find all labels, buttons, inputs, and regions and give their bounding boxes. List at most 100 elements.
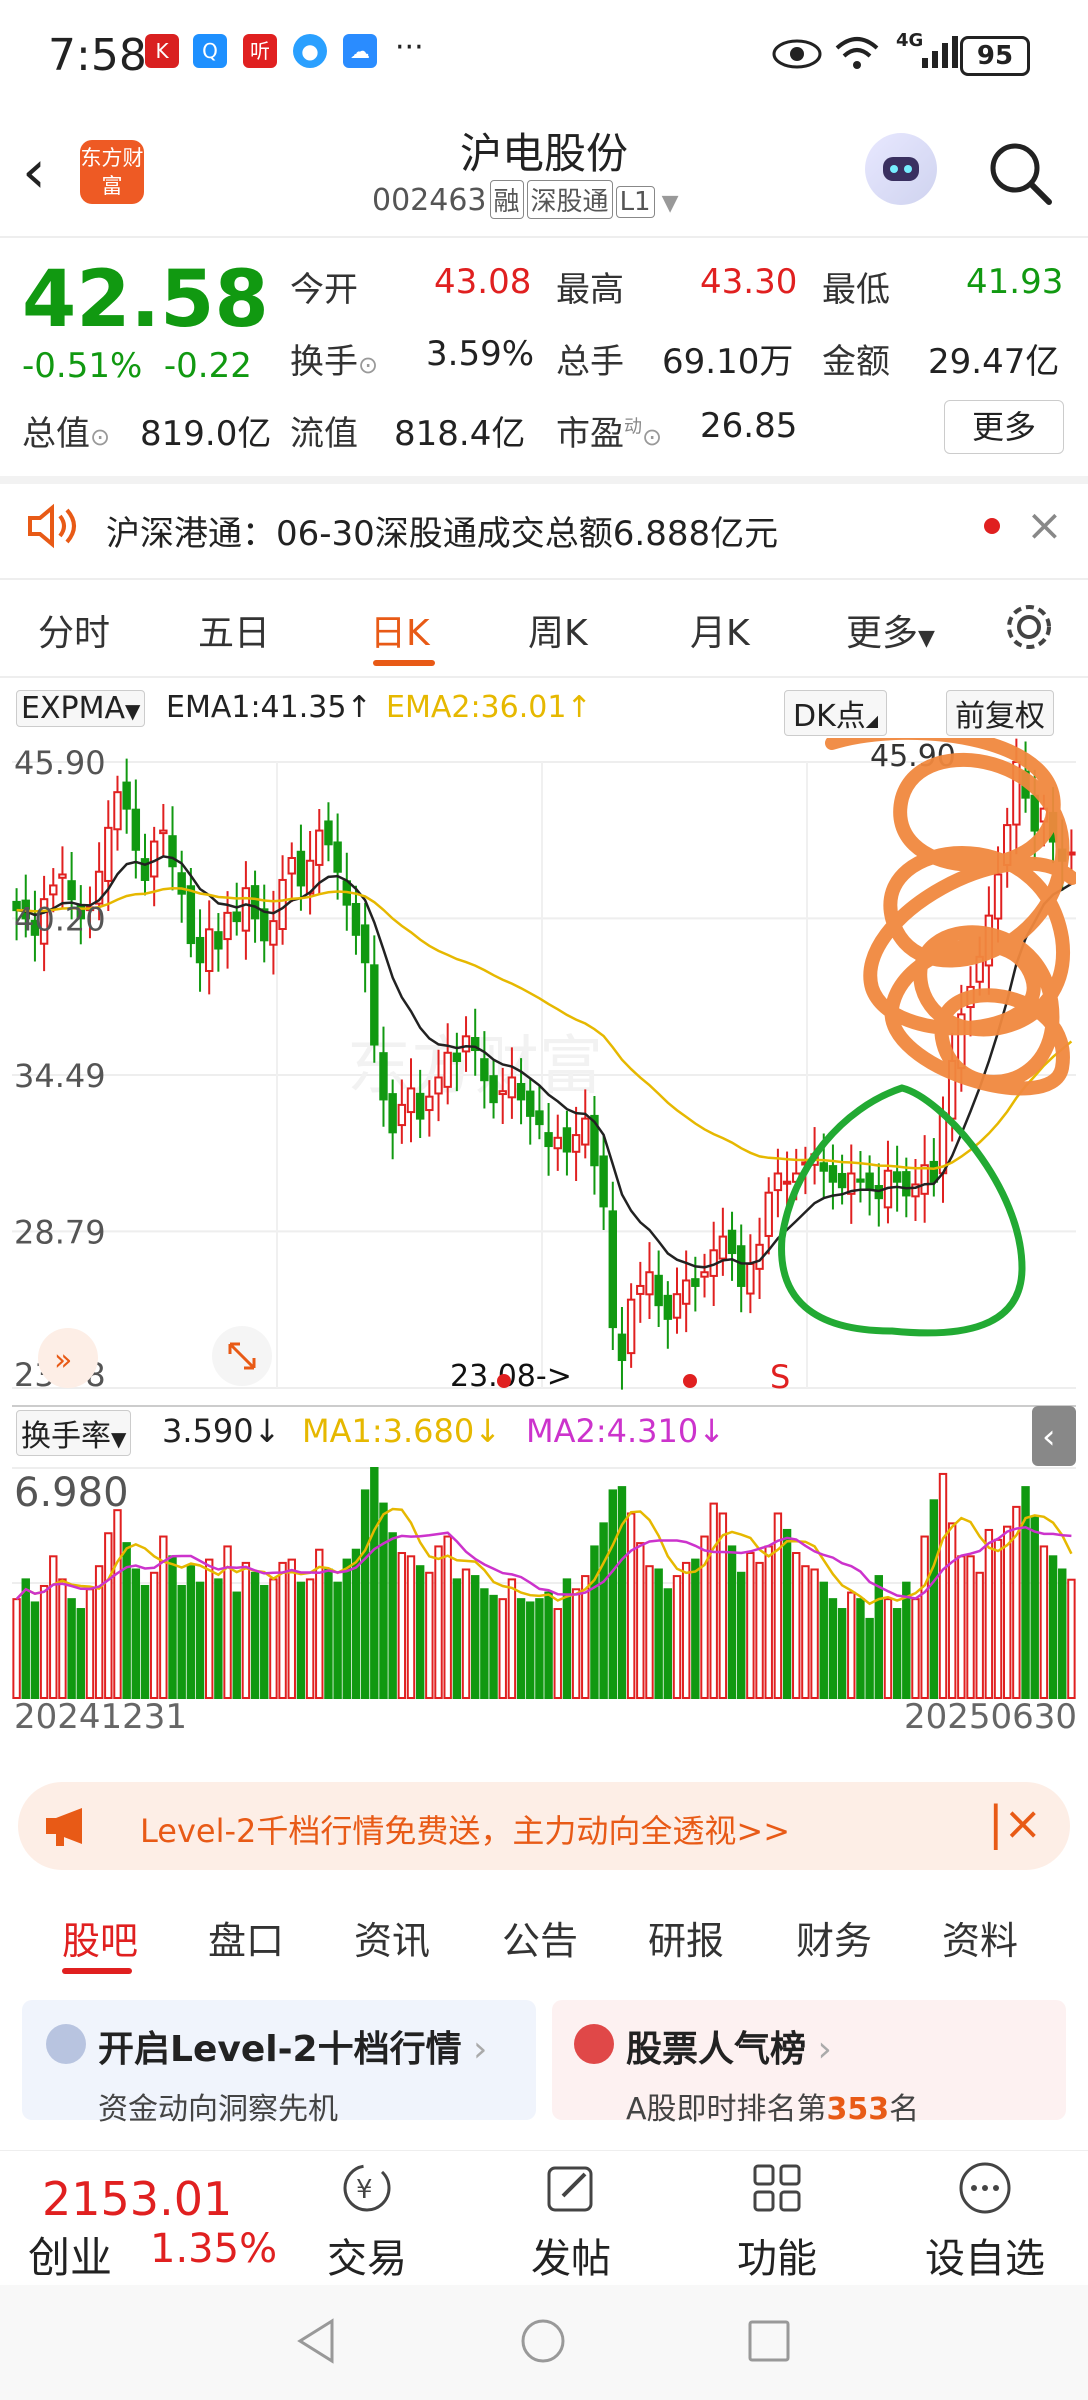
- turnover-bar: [929, 1499, 939, 1699]
- nav-add-watchlist[interactable]: 设自选: [910, 2160, 1060, 2284]
- adjust-button[interactable]: 前复权: [946, 690, 1054, 736]
- candle-body: [617, 1333, 627, 1362]
- tab-monthly-k[interactable]: 月K: [690, 604, 750, 656]
- close-icon[interactable]: ×: [1026, 500, 1063, 551]
- candle-body: [67, 880, 76, 901]
- turnover-bar: [874, 1575, 884, 1699]
- candle-body: [571, 1134, 581, 1153]
- kline-chart[interactable]: 东方财富 45.9040.2034.4928.7923.08 45.90 23.…: [12, 738, 1076, 1738]
- price-tick-label: 34.49: [14, 1057, 106, 1095]
- kfc-app-icon: K: [145, 34, 179, 68]
- main-indicator-select[interactable]: EXPMA▼: [16, 690, 146, 727]
- nav-functions[interactable]: 功能: [702, 2160, 852, 2284]
- candle-body: [113, 791, 122, 831]
- megaphone-icon: [46, 1808, 82, 1846]
- candle-body: [241, 887, 251, 932]
- turnover-bar: [351, 1548, 361, 1699]
- turnover-bar: [342, 1558, 352, 1700]
- gear-icon[interactable]: [1002, 600, 1056, 654]
- signal-icon: [922, 36, 958, 68]
- index-value[interactable]: 2153.01: [42, 2172, 232, 2226]
- turnover-bar: [975, 1571, 984, 1699]
- tab-news[interactable]: 资讯: [354, 1910, 430, 1965]
- edit-icon: [547, 2166, 593, 2212]
- turnover-bar: [755, 1561, 764, 1699]
- promo-text[interactable]: Level-2千档行情免费送，主力动向全透视>>: [140, 1806, 790, 1852]
- candle-body: [324, 820, 333, 846]
- more-button[interactable]: 更多: [944, 400, 1064, 454]
- expand-arrows-icon[interactable]: »: [38, 1328, 98, 1388]
- battery-icon: 95: [960, 36, 1030, 76]
- turnover-bar: [837, 1608, 847, 1699]
- nav-post[interactable]: 发帖: [496, 2160, 646, 2284]
- close-icon[interactable]: |×: [988, 1796, 1042, 1850]
- nav-trade[interactable]: ¥ 交易: [292, 2160, 442, 2284]
- notice-text[interactable]: 沪深港通：06-30深股通成交总额6.888亿元: [106, 506, 778, 555]
- candle-body: [608, 1210, 618, 1329]
- turnover-current: 3.590↓: [162, 1412, 281, 1450]
- value-amount: 29.47亿: [928, 342, 1060, 382]
- trade-icon: ¥: [343, 2164, 391, 2212]
- candle-body: [663, 1294, 673, 1320]
- candle-body: [351, 902, 361, 936]
- turnover-bar: [938, 1472, 948, 1699]
- tab-finance[interactable]: 财务: [796, 1910, 872, 1965]
- candle-body: [379, 1052, 388, 1101]
- turnover-bar: [571, 1588, 581, 1699]
- x-end-label: 20250630: [904, 1697, 1076, 1737]
- level2-card-sub: 资金动向洞察先机: [98, 2092, 338, 2127]
- candle-body: [691, 1278, 700, 1287]
- candle-body: [269, 920, 278, 946]
- turnover-bar: [425, 1571, 434, 1699]
- turnover-bar: [902, 1581, 911, 1699]
- turnover-bar: [636, 1542, 645, 1700]
- candle-body: [425, 1095, 434, 1112]
- weather-app-icon: ☁: [343, 34, 377, 68]
- sub-indicator-select[interactable]: 换手率▼: [16, 1410, 132, 1456]
- index-change[interactable]: 1.35%: [150, 2226, 277, 2272]
- index-name[interactable]: 创业: [28, 2224, 112, 2285]
- nav-back-icon[interactable]: [292, 2316, 342, 2366]
- nav-recents-icon[interactable]: [744, 2316, 794, 2366]
- candle-body: [223, 911, 232, 941]
- tab-intraday[interactable]: 分时: [38, 604, 110, 656]
- turnover-bar: [12, 1598, 21, 1699]
- tab-weekly-k[interactable]: 周K: [528, 604, 588, 656]
- dropdown-arrow-icon[interactable]: ▼: [655, 191, 679, 216]
- nav-home-icon[interactable]: [518, 2316, 568, 2366]
- robot-assistant-icon[interactable]: [865, 133, 937, 205]
- tab-announcement[interactable]: 公告: [502, 1910, 578, 1965]
- candle-body: [168, 835, 177, 868]
- candle-body: [599, 1155, 608, 1208]
- turnover-bar: [39, 1584, 49, 1700]
- turnover-bar: [727, 1545, 737, 1699]
- candle-body: [58, 873, 67, 879]
- tab-five-day[interactable]: 五日: [198, 604, 270, 656]
- search-icon[interactable]: [985, 138, 1055, 208]
- collapse-panel-icon[interactable]: ‹: [1032, 1406, 1076, 1466]
- tab-research[interactable]: 研报: [648, 1910, 724, 1965]
- candle-body: [626, 1298, 636, 1355]
- turnover-bar: [947, 1522, 957, 1699]
- candle-body: [645, 1271, 654, 1296]
- tab-guba[interactable]: 股吧: [62, 1910, 138, 1965]
- turnover-bar: [544, 1591, 553, 1699]
- tab-profile[interactable]: 资料: [942, 1910, 1018, 1965]
- svg-text:‹: ‹: [1042, 1417, 1056, 1457]
- level2-card-title[interactable]: 开启Level-2十档行情 ›: [98, 2020, 487, 2072]
- dk-point-button[interactable]: DK点◢: [784, 690, 888, 736]
- popularity-card-title[interactable]: 股票人气榜 ›: [626, 2020, 832, 2072]
- turnover-bar: [892, 1608, 902, 1699]
- turnover-bar: [434, 1545, 443, 1699]
- label-pe: 市盈动⊙: [556, 414, 663, 454]
- label-amount: 金额: [822, 342, 890, 382]
- tab-more[interactable]: 更多▼: [846, 604, 935, 656]
- dropdown-arrow-icon: ▼: [918, 626, 935, 651]
- turnover-bar: [480, 1588, 489, 1699]
- turnover-bar: [415, 1565, 425, 1699]
- fullscreen-icon[interactable]: [212, 1326, 272, 1386]
- candle-body: [544, 1132, 553, 1148]
- turnover-bar: [305, 1578, 315, 1700]
- tab-daily-k[interactable]: 日K: [370, 604, 430, 656]
- tab-pankou[interactable]: 盘口: [208, 1910, 284, 1965]
